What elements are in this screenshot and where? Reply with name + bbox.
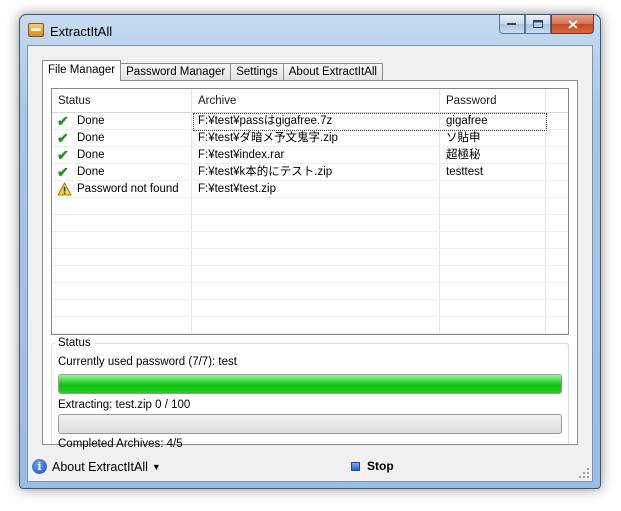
info-icon: i [32,459,47,474]
status-group: Status Currently used password (7/7): te… [51,337,569,450]
app-window: ExtractItAll File Manager Password Manag… [19,14,601,489]
empty-row [52,198,568,215]
status-cell: ✔ Done [52,147,192,163]
archive-cell: F:¥test¥index.rar [192,147,440,163]
about-dropdown-button[interactable]: i About ExtractItAll ▼ [32,459,161,474]
tab-settings[interactable]: Settings [230,63,284,81]
tab-about[interactable]: About ExtractItAll [282,63,383,81]
extract-progress-bar [58,414,562,434]
window-title: ExtractItAll [50,24,113,39]
client-area: File Manager Password Manager Settings A… [27,45,593,482]
archive-list[interactable]: Status Archive Password ✔ Done F:¥test¥p… [51,88,569,335]
list-body: ✔ Done F:¥test¥passはgigafree.7z gigafree… [52,113,568,334]
warning-icon [57,182,73,196]
extracting-label: Extracting: test.zip 0 / 100 [58,399,191,411]
column-header-archive[interactable]: Archive [192,89,440,113]
archive-cell: F:¥test¥k本的にテスト.zip [192,164,440,180]
check-icon: ✔ [57,147,69,163]
chevron-down-icon: ▼ [151,461,161,472]
table-row[interactable]: ✔ Done F:¥test¥index.rar 超極秘 [52,147,568,164]
minimize-button[interactable] [499,15,525,34]
list-header: Status Archive Password [52,89,568,113]
empty-row [52,317,568,334]
password-cell: testtest [440,164,546,180]
status-cell: ✔ Done [52,164,192,180]
password-cell: ソ貼申 [440,130,546,146]
empty-row [52,232,568,249]
empty-row [52,266,568,283]
title-bar[interactable]: ExtractItAll [20,15,600,45]
archive-cell: F:¥test¥passはgigafree.7z [192,113,440,129]
status-cell: ✔ Done [52,113,192,129]
bottom-bar: i About ExtractItAll ▼ Stop [28,451,592,481]
tab-password-manager[interactable]: Password Manager [120,63,232,81]
completed-archives-label: Completed Archives: 4/5 [58,438,183,450]
current-password-label: Currently used password (7/7): test [58,356,237,368]
empty-row [52,249,568,266]
stop-icon [351,461,360,471]
file-manager-panel: Status Archive Password ✔ Done F:¥test¥p… [42,80,578,450]
maximize-button[interactable] [525,15,551,34]
stop-label: Stop [367,459,394,473]
maximize-icon [532,19,543,28]
tab-file-manager[interactable]: File Manager [42,60,122,81]
check-icon: ✔ [57,130,69,146]
stop-button[interactable]: Stop [351,459,394,473]
check-icon: ✔ [57,164,69,180]
password-cell: 超極秘 [440,147,546,163]
about-label: About ExtractItAll [52,459,148,474]
password-cell: gigafree [440,113,546,129]
minimize-icon [507,23,516,25]
empty-row [52,300,568,317]
tab-strip: File Manager Password Manager Settings A… [42,60,383,81]
password-progress-bar [58,374,562,394]
empty-row [52,215,568,232]
empty-row [52,283,568,300]
status-cell: ✔ Done [52,130,192,146]
column-header-password[interactable]: Password [440,89,546,113]
password-cell [440,181,546,197]
app-icon [28,23,44,37]
table-row[interactable]: ✔ Done F:¥test¥ダ暗メ予文鬼字.zip ソ貼申 [52,130,568,147]
status-group-title: Status [55,337,94,349]
status-cell: Password not found [52,181,192,197]
archive-cell: F:¥test¥ダ暗メ予文鬼字.zip [192,130,440,146]
table-row[interactable]: ✔ Done F:¥test¥k本的にテスト.zip testtest [52,164,568,181]
table-row[interactable]: Password not found F:¥test¥test.zip [52,181,568,198]
table-row[interactable]: ✔ Done F:¥test¥passはgigafree.7z gigafree [52,113,568,131]
password-progress-fill [59,375,561,393]
column-header-status[interactable]: Status [52,89,192,113]
check-icon: ✔ [57,113,69,129]
close-button[interactable] [551,15,594,34]
close-icon [567,19,578,29]
archive-cell: F:¥test¥test.zip [192,181,440,197]
resize-grip-icon[interactable] [578,467,590,479]
